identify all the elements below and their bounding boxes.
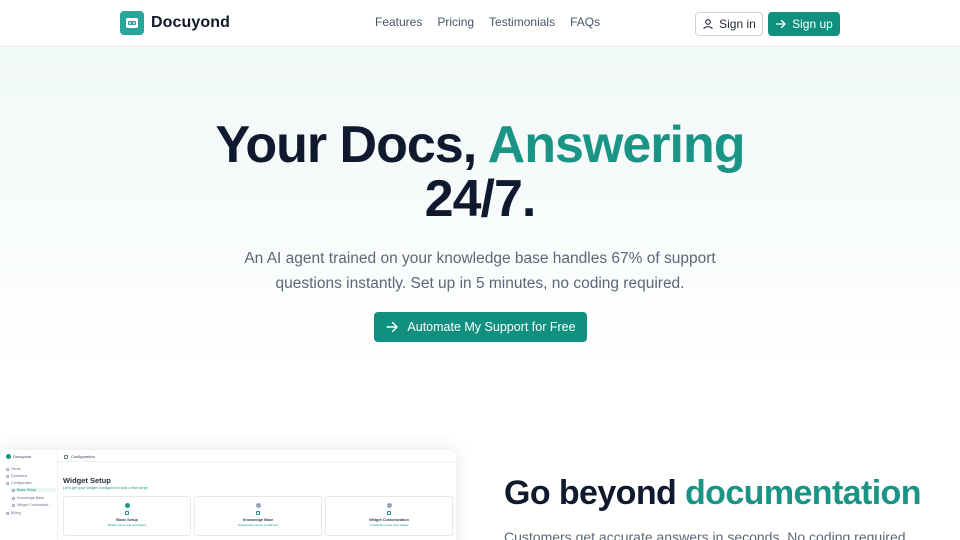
- step-title: Knowledge Base: [242, 518, 274, 522]
- step-title: Widget Customization: [369, 518, 409, 522]
- step-desc: Customize & test your widget: [369, 523, 409, 527]
- sign-up-label: Sign up: [792, 17, 833, 31]
- nav-features[interactable]: Features: [375, 15, 422, 29]
- hero-headline-accent: Answering: [487, 116, 746, 174]
- preview-brand: Docuyond: [6, 454, 31, 459]
- card-icon: [6, 511, 9, 515]
- settings-icon: [12, 488, 15, 492]
- preview-nav-home: Home: [6, 467, 21, 471]
- preview-nav-billing: Billing: [6, 511, 21, 515]
- info-icon: [125, 511, 129, 515]
- cta-label: Automate My Support for Free: [407, 320, 576, 334]
- brand-name: Docuyond: [151, 14, 231, 31]
- document-icon: [256, 511, 260, 515]
- palette-icon: [387, 511, 391, 515]
- arrow-right-icon: [775, 19, 786, 29]
- user-icon: [703, 19, 713, 30]
- preview-nav-basic-setup: Basic Setup: [10, 488, 56, 492]
- step-indicator: [124, 503, 130, 508]
- top-navbar: Docuyond Features Pricing Testimonials F…: [0, 0, 960, 47]
- step-desc: Upload documents or add text: [237, 523, 279, 527]
- section-heading: Go beyond documentation: [504, 474, 921, 513]
- robot-icon: [120, 11, 144, 35]
- section-heading-part1: Go beyond: [504, 474, 686, 512]
- widget-icon: [12, 503, 15, 507]
- preview-nav-label: Knowledge Base: [17, 496, 44, 500]
- preview-nav-widget: Widget Customizati...: [12, 503, 51, 507]
- hero-headline-part1: Your Docs,: [215, 116, 488, 174]
- hero-headline-part2: 24/7.: [424, 170, 537, 228]
- step-title: Basic Setup: [116, 518, 138, 522]
- sign-up-button[interactable]: Sign up: [768, 12, 840, 36]
- step-indicator: [255, 503, 261, 508]
- preview-heading: Widget Setup: [63, 476, 111, 485]
- preview-brand-name: Docuyond: [13, 454, 32, 459]
- preview-nav-configuration: Configuration: [6, 481, 32, 485]
- gear-icon: [6, 481, 9, 485]
- sidebar-toggle-icon: [64, 454, 68, 459]
- brand-logo[interactable]: Docuyond: [120, 11, 230, 35]
- preview-subheading: Let's get your widget configured in just…: [63, 486, 148, 490]
- preview-topbar: Configuration: [58, 450, 456, 462]
- question-icon: [6, 474, 9, 478]
- preview-step-card: Knowledge Base Upload documents or add t…: [194, 496, 322, 536]
- nav-testimonials[interactable]: Testimonials: [489, 15, 555, 29]
- preview-nav-label: Widget Customizati...: [17, 503, 51, 507]
- step-desc: Widget name and description: [107, 523, 147, 527]
- main-nav: Features Pricing Testimonials FAQs: [375, 15, 600, 29]
- preview-step-card: Basic Setup Widget name and description: [63, 496, 191, 536]
- preview-nav-label: Billing: [11, 511, 21, 515]
- hero-subtitle: An AI agent trained on your knowledge ba…: [244, 250, 716, 292]
- book-icon: [12, 496, 15, 500]
- preview-nav-label: Home: [11, 467, 21, 471]
- sign-in-label: Sign in: [719, 17, 756, 31]
- preview-sidebar: Docuyond Home Questions Configuration Ba…: [0, 450, 58, 540]
- preview-nav-label: Configuration: [11, 481, 33, 485]
- preview-nav-knowledge-base: Knowledge Base: [12, 496, 44, 500]
- preview-step-card: Widget Customization Customize & test yo…: [325, 496, 453, 536]
- home-icon: [6, 467, 9, 471]
- section-subtitle: Customers get accurate answers in second…: [504, 529, 910, 540]
- arrow-right-icon: [386, 321, 399, 333]
- preview-nav-label: Basic Setup: [17, 488, 37, 492]
- sign-in-button[interactable]: Sign in: [695, 12, 763, 36]
- preview-breadcrumb: Configuration: [64, 454, 95, 459]
- preview-logo-icon: [6, 454, 11, 459]
- hero-headline: Your Docs, Answering 24/7.: [0, 118, 960, 226]
- section-heading-accent: documentation: [685, 474, 921, 512]
- nav-pricing[interactable]: Pricing: [437, 15, 474, 29]
- preview-breadcrumb-label: Configuration: [71, 454, 95, 459]
- automate-support-button[interactable]: Automate My Support for Free: [374, 312, 587, 342]
- app-preview: Docuyond Home Questions Configuration Ba…: [0, 450, 456, 540]
- preview-nav-questions: Questions: [6, 474, 27, 478]
- nav-faqs[interactable]: FAQs: [570, 15, 600, 29]
- preview-nav-label: Questions: [11, 474, 28, 478]
- step-indicator: [386, 503, 392, 508]
